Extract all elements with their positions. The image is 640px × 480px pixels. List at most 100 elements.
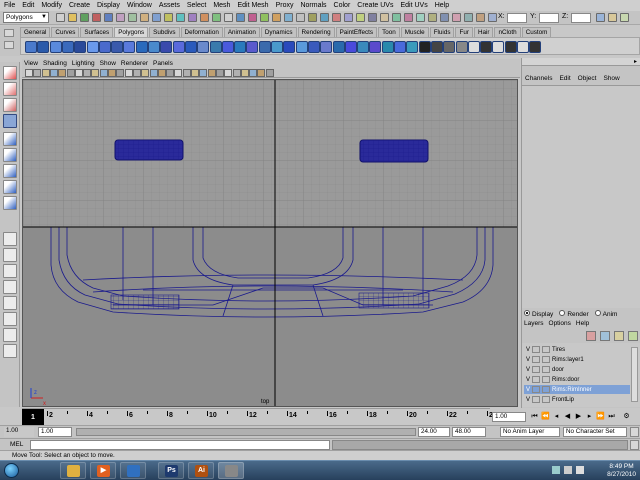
menu-assets[interactable]: Assets bbox=[155, 2, 183, 9]
hypershade-layout-icon[interactable] bbox=[3, 296, 17, 310]
status-tool-icon[interactable] bbox=[128, 13, 137, 22]
collapse-icon[interactable]: ▸ bbox=[634, 58, 637, 65]
layer-display-type-toggle[interactable] bbox=[542, 376, 550, 383]
animation-end-field[interactable]: 48.00 bbox=[452, 427, 486, 437]
go-to-end-icon[interactable]: ⏭ bbox=[607, 412, 616, 421]
taskbar-maya[interactable] bbox=[218, 462, 244, 479]
tab-animation[interactable]: Animation bbox=[223, 27, 260, 37]
shelf-tool-icon[interactable] bbox=[406, 41, 419, 53]
new-layer-selected-icon[interactable] bbox=[600, 331, 610, 341]
rotate-tool-icon[interactable] bbox=[3, 132, 17, 146]
status-tool-icon[interactable] bbox=[56, 13, 65, 22]
tab-muscle[interactable]: Muscle bbox=[400, 27, 429, 37]
tab-curves[interactable]: Curves bbox=[51, 27, 80, 37]
layer-scrollbar[interactable] bbox=[631, 347, 638, 402]
panel-toolbar-icon[interactable] bbox=[132, 69, 141, 77]
panel-menu-lighting[interactable]: Lighting bbox=[70, 60, 98, 67]
layer-visibility-toggle[interactable]: V bbox=[524, 387, 532, 393]
status-tool-icon[interactable] bbox=[272, 13, 281, 22]
scale-tool-icon[interactable] bbox=[3, 148, 17, 162]
shelf-tool-icon[interactable] bbox=[37, 41, 50, 53]
shelf-menu-icon[interactable] bbox=[4, 29, 14, 37]
panel-toolbar-icon[interactable] bbox=[124, 69, 133, 77]
persp-graph-layout-icon[interactable] bbox=[3, 280, 17, 294]
tab-deformation[interactable]: Deformation bbox=[180, 27, 223, 37]
menu-edit-uvs[interactable]: Edit UVs bbox=[396, 2, 430, 9]
status-tool-icon[interactable] bbox=[464, 13, 473, 22]
layer-visibility-toggle[interactable]: V bbox=[524, 357, 532, 363]
menu-edit-mesh[interactable]: Edit Mesh bbox=[233, 2, 271, 9]
channel-menu-channels[interactable]: Channels bbox=[522, 75, 556, 84]
panel-toolbar-icon[interactable] bbox=[66, 69, 75, 77]
shelf-tool-icon[interactable] bbox=[320, 41, 333, 53]
shelf-tool-icon[interactable] bbox=[86, 41, 99, 53]
channel-box-body[interactable] bbox=[522, 85, 640, 308]
layer-display-type-toggle[interactable] bbox=[542, 346, 550, 353]
play-backwards-icon[interactable]: ◀ bbox=[563, 412, 572, 421]
tool-settings-icon[interactable] bbox=[608, 13, 617, 22]
paint-select-tool-icon[interactable] bbox=[3, 98, 17, 112]
taskbar-photoshop[interactable]: Ps bbox=[158, 462, 184, 479]
panel-toolbar-icon[interactable] bbox=[240, 69, 249, 77]
layer-visibility-toggle[interactable]: V bbox=[524, 347, 532, 353]
panel-menu-show[interactable]: Show bbox=[98, 60, 119, 67]
universal-manip-icon[interactable] bbox=[3, 164, 17, 178]
menu-color[interactable]: Color bbox=[330, 2, 354, 9]
current-time-field[interactable]: 1.00 bbox=[492, 412, 526, 422]
shelf-tool-icon[interactable] bbox=[148, 41, 160, 53]
channel-menu-show[interactable]: Show bbox=[600, 75, 623, 84]
go-to-start-icon[interactable]: ⏮ bbox=[530, 412, 539, 421]
panel-toolbar-icon[interactable] bbox=[174, 69, 183, 77]
layer-visibility-toggle[interactable]: V bbox=[524, 367, 532, 373]
volume-icon[interactable] bbox=[576, 466, 584, 474]
menu-set-selector[interactable]: Polygons ▼ bbox=[3, 12, 49, 23]
radio-icon[interactable] bbox=[524, 309, 530, 316]
layer-playback-toggle[interactable] bbox=[532, 386, 540, 393]
panel-toolbar-icon[interactable] bbox=[232, 69, 241, 77]
tab-fluids[interactable]: Fluids bbox=[429, 27, 455, 37]
status-tool-icon[interactable] bbox=[488, 13, 497, 22]
status-tool-icon[interactable] bbox=[248, 13, 257, 22]
shelf-tool-icon[interactable] bbox=[517, 41, 529, 53]
panel-toolbar-icon[interactable] bbox=[191, 69, 199, 77]
layer-row[interactable]: V Rims:door bbox=[524, 375, 630, 384]
shelf-tool-icon[interactable] bbox=[221, 41, 234, 53]
panel-menu-view[interactable]: View bbox=[22, 60, 41, 67]
step-back-frame-icon[interactable]: ◂ bbox=[552, 412, 561, 421]
status-tool-icon[interactable] bbox=[356, 13, 365, 22]
status-tool-icon[interactable] bbox=[428, 13, 437, 22]
shelf-tool-icon[interactable] bbox=[160, 41, 173, 53]
shelf-tool-icon[interactable] bbox=[430, 41, 443, 53]
shelf-tool-icon[interactable] bbox=[111, 41, 124, 53]
shelf-tool-icon[interactable] bbox=[209, 41, 222, 53]
panel-toolbar-icon[interactable] bbox=[83, 69, 92, 77]
layer-visibility-toggle[interactable]: V bbox=[524, 377, 532, 383]
panel-toolbar-icon[interactable] bbox=[257, 69, 266, 77]
menu-mesh[interactable]: Mesh bbox=[209, 2, 233, 9]
status-tool-icon[interactable] bbox=[164, 13, 173, 22]
menu-edit[interactable]: Edit bbox=[18, 2, 37, 9]
tab-polygons[interactable]: Polygons bbox=[114, 27, 149, 37]
shelf-tool-icon[interactable] bbox=[467, 41, 480, 53]
menu-create-uvs[interactable]: Create UVs bbox=[353, 2, 396, 9]
shelf-tool-icon[interactable] bbox=[344, 41, 357, 53]
shelf-tool-icon[interactable] bbox=[49, 41, 62, 53]
shelf-tool-icon[interactable] bbox=[98, 41, 111, 53]
status-tool-icon[interactable] bbox=[308, 13, 317, 22]
layer-display-type-toggle[interactable] bbox=[542, 366, 550, 373]
channel-box-icon[interactable] bbox=[620, 13, 629, 22]
panel-toolbar-icon[interactable] bbox=[108, 69, 116, 77]
graph-editor-layout-icon[interactable] bbox=[3, 328, 17, 342]
panel-toolbar-icon[interactable] bbox=[215, 69, 224, 77]
radio-icon[interactable] bbox=[594, 309, 601, 316]
status-tool-icon[interactable] bbox=[152, 13, 161, 22]
persp-outliner-layout-icon[interactable] bbox=[3, 264, 17, 278]
panel-toolbar-icon[interactable] bbox=[91, 69, 100, 77]
menu-modify[interactable]: Modify bbox=[37, 2, 65, 9]
z-field[interactable] bbox=[571, 13, 591, 23]
taskbar-explorer[interactable] bbox=[60, 462, 86, 479]
layer-visibility-toggle[interactable]: V bbox=[524, 397, 532, 403]
status-tool-icon[interactable] bbox=[296, 13, 305, 22]
shelf-tool-icon[interactable] bbox=[381, 41, 394, 53]
layer-row[interactable]: V Rims:layer1 bbox=[524, 355, 630, 364]
